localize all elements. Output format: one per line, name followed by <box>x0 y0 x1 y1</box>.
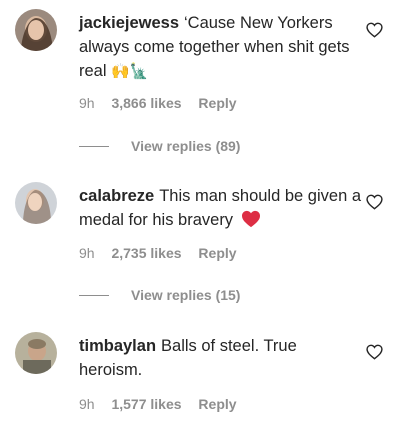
heart-outline-icon[interactable] <box>366 344 383 360</box>
comment-username[interactable]: calabreze <box>79 187 154 205</box>
avatar[interactable] <box>15 332 57 374</box>
comment-likes[interactable]: 1,577 likes <box>111 396 181 412</box>
reply-button[interactable]: Reply <box>198 95 236 111</box>
comment-meta: 9h 1,577 likes Reply <box>79 396 250 412</box>
comment-text: timbaylan Balls of steel. True heroism. <box>79 334 363 382</box>
comment-likes[interactable]: 3,866 likes <box>111 95 181 111</box>
comment-username[interactable]: jackiejewess <box>79 14 179 32</box>
comment-meta: 9h 3,866 likes Reply <box>79 95 250 111</box>
view-replies-label: View replies (15) <box>131 287 241 303</box>
heart-outline-icon[interactable] <box>366 194 383 210</box>
avatar[interactable] <box>15 182 57 224</box>
reply-button[interactable]: Reply <box>198 245 236 261</box>
comment-time: 9h <box>79 95 95 111</box>
comment-username[interactable]: timbaylan <box>79 337 156 355</box>
view-replies-button[interactable]: View replies (89) <box>79 138 240 154</box>
divider-line <box>79 294 109 296</box>
comment-text: jackiejewess ‘Cause New Yorkers always co… <box>79 11 363 83</box>
comment-text: calabreze This man should be given a meda… <box>79 184 363 232</box>
avatar[interactable] <box>15 9 57 51</box>
heart-outline-icon[interactable] <box>366 22 383 38</box>
red-heart-emoji <box>241 210 260 228</box>
comment-likes[interactable]: 2,735 likes <box>111 245 181 261</box>
divider-line <box>79 145 109 147</box>
comment-time: 9h <box>79 245 95 261</box>
view-replies-label: View replies (89) <box>131 138 241 154</box>
view-replies-button[interactable]: View replies (15) <box>79 287 240 303</box>
comment-time: 9h <box>79 396 95 412</box>
emoji: 🙌🗽 <box>111 62 149 80</box>
reply-button[interactable]: Reply <box>198 396 236 412</box>
comment-meta: 9h 2,735 likes Reply <box>79 245 250 261</box>
